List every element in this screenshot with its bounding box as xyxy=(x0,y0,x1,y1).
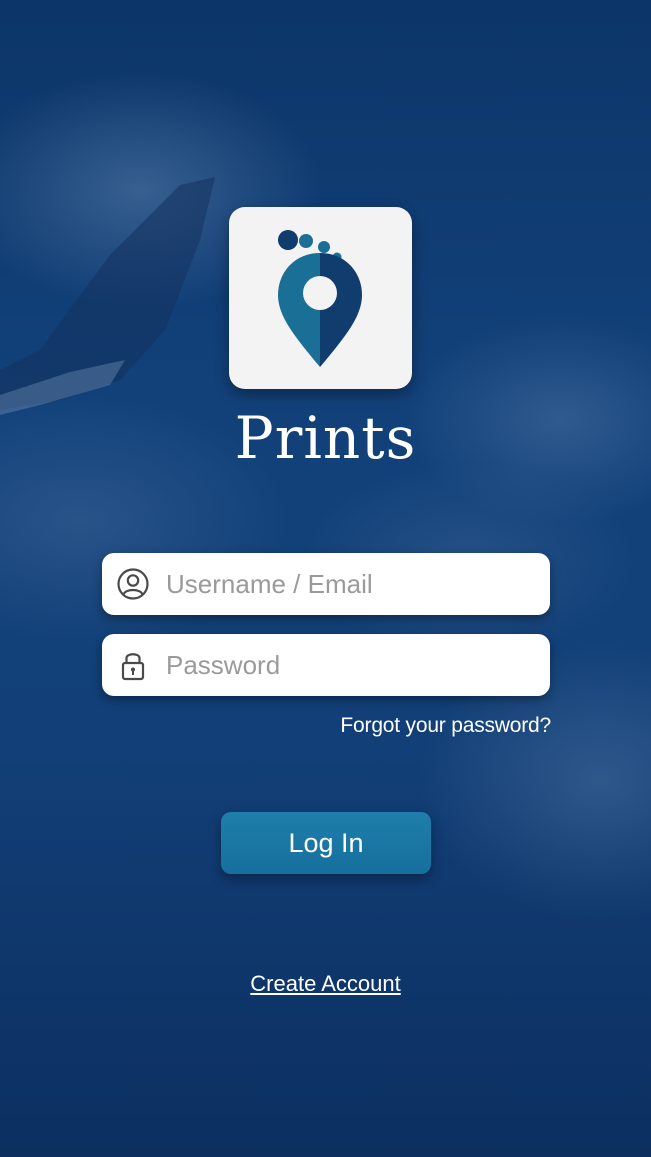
create-account-container: Create Account xyxy=(0,971,651,997)
login-button[interactable]: Log In xyxy=(221,812,431,874)
user-circle-icon xyxy=(117,568,149,600)
username-field[interactable] xyxy=(102,553,550,615)
footprint-location-pin-icon xyxy=(278,230,362,367)
forgot-password-link[interactable]: Forgot your password? xyxy=(340,714,551,738)
password-input[interactable] xyxy=(166,634,536,696)
username-input[interactable] xyxy=(166,553,536,615)
app-title: Prints xyxy=(234,404,417,472)
app-logo xyxy=(229,207,412,389)
padlock-icon xyxy=(121,653,145,681)
password-field[interactable] xyxy=(102,634,550,696)
create-account-link[interactable]: Create Account xyxy=(250,971,400,996)
login-screen: Prints Forgot your password? Log In Crea… xyxy=(0,0,651,1157)
